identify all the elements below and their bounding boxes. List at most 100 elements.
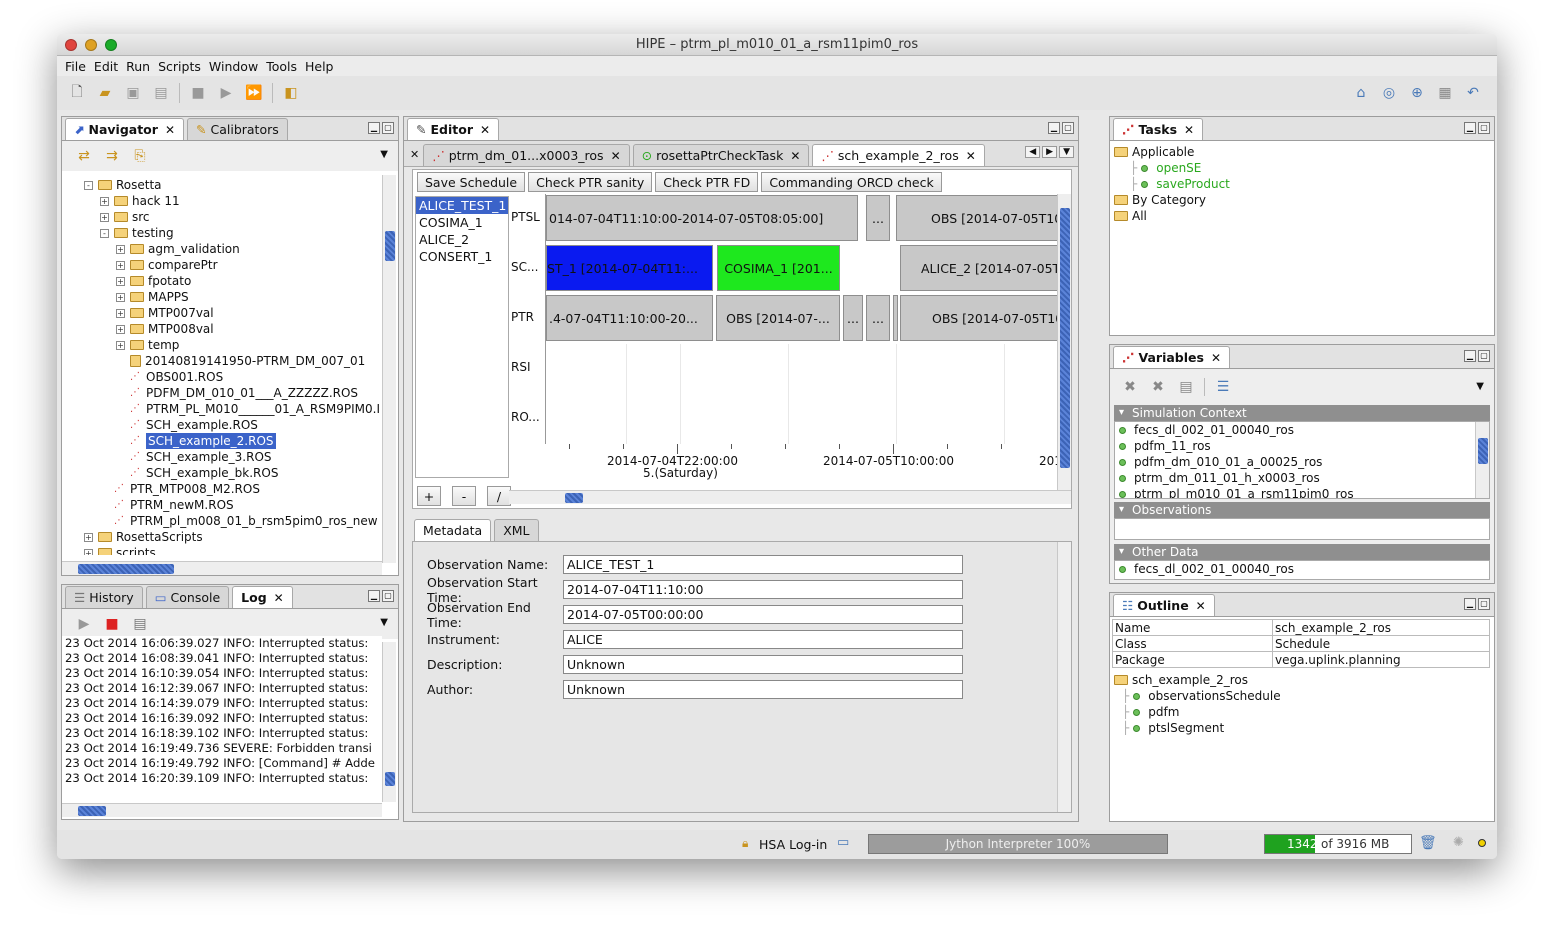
task-tree-item[interactable]: By Category (1114, 192, 1494, 208)
close-icon[interactable]: ✕ (611, 149, 621, 163)
tree-item[interactable]: ⋰ PTR_MTP008_M2.ROS (62, 481, 382, 497)
variable-item[interactable]: fecs_dl_002_01_00040_ros (1119, 422, 1489, 438)
close-icon[interactable]: ✕ (790, 149, 800, 163)
minimize-icon[interactable]: ▁ (1048, 122, 1060, 134)
hsa-login[interactable]: HSA Log-in (759, 837, 827, 852)
run-all-icon[interactable]: ⏩ (245, 84, 263, 102)
tree-item[interactable]: ⋰ SCH_example_2.ROS (62, 433, 382, 449)
maximize-icon[interactable]: ▢ (1478, 122, 1490, 134)
check-ptr-sanity-button[interactable]: Check PTR sanity (528, 172, 653, 192)
expand-toggle-icon[interactable]: + (116, 292, 125, 302)
chevron-left-icon[interactable]: ◀ (1025, 146, 1041, 158)
ptsl-block[interactable]: OBS [2014-07-05T10 (896, 195, 1057, 241)
tree-item[interactable]: + fpotato (62, 273, 382, 289)
simulation-vscroll[interactable] (1475, 422, 1489, 498)
task-tree-item[interactable]: ├ openSE (1114, 160, 1494, 176)
save-schedule-button[interactable]: Save Schedule (417, 172, 526, 192)
tab-log[interactable]: Log ✕ (232, 586, 293, 608)
tree-item[interactable]: ⋰ PTRM_pl_m008_01_b_rsm5pim0_ros_new (62, 513, 382, 529)
timeline-canvas[interactable]: 014-07-04T11:10:00-2014-07-05T08:05:00] … (545, 194, 1057, 444)
tree-item[interactable]: + MTP008val (62, 321, 382, 337)
ptr-block[interactable]: OBS [2014-07-05T10 (900, 295, 1057, 341)
outline-root[interactable]: sch_example_2_ros (1114, 672, 1494, 688)
close-window-button[interactable] (65, 39, 77, 51)
tree-item[interactable]: + MAPPS (62, 289, 382, 305)
perspective-icon[interactable]: ◧ (282, 84, 300, 102)
back-icon[interactable]: ↶ (1464, 84, 1482, 102)
task-tree-item[interactable]: Applicable (1114, 144, 1494, 160)
tree-item[interactable]: 20140819141950-PTRM_DM_007_01 (62, 353, 382, 369)
tab-tasks[interactable]: ⋰ Tasks ✕ (1113, 118, 1204, 140)
stop-icon[interactable]: ■ (189, 84, 207, 102)
observation-item[interactable]: ALICE_TEST_1 (416, 197, 508, 214)
observation-item[interactable]: ALICE_2 (416, 231, 508, 248)
maximize-icon[interactable]: ▢ (382, 590, 394, 602)
tab-history[interactable]: ☰ History (65, 586, 143, 608)
trash-icon[interactable]: 🗑︎ (1419, 835, 1437, 851)
field-input[interactable]: 2014-07-04T11:10:00 (563, 580, 963, 599)
tab-metadata[interactable]: Metadata (414, 519, 492, 541)
maximize-icon[interactable]: ▢ (1062, 122, 1074, 134)
tree-item[interactable]: + MTP007val (62, 305, 382, 321)
stop-icon[interactable]: ■ (103, 615, 121, 633)
doc-tab-rosetta-task[interactable]: ⊙ rosettaPtrCheckTask ✕ (632, 144, 810, 166)
view-menu-icon[interactable]: ▼ (1476, 381, 1484, 392)
commanding-orcd-check-button[interactable]: Commanding ORCD check (761, 172, 942, 192)
metadata-vscroll[interactable] (1057, 542, 1071, 812)
expand-toggle-icon[interactable]: + (116, 308, 125, 318)
doc-tab-sch-example-2[interactable]: ⋰ sch_example_2_ros ✕ (812, 144, 985, 166)
timeline-vscroll[interactable] (1057, 194, 1071, 490)
observation-item[interactable]: COSIMA_1 (416, 214, 508, 231)
menu-scripts[interactable]: Scripts (154, 59, 205, 74)
scroll-thumb[interactable] (385, 772, 395, 786)
close-icon[interactable]: ✕ (410, 148, 419, 161)
scroll-thumb[interactable] (565, 493, 583, 503)
tree-item[interactable]: + src (62, 209, 382, 225)
menu-window[interactable]: Window (205, 59, 262, 74)
outline-child[interactable]: ├ ptslSegment (1114, 720, 1494, 736)
simulation-context-header[interactable]: Simulation Context (1114, 405, 1490, 421)
tree-item[interactable]: + scripts (62, 545, 382, 555)
expand-toggle-icon[interactable]: + (116, 244, 125, 254)
expand-toggle-icon[interactable]: + (116, 324, 125, 334)
expand-toggle-icon[interactable]: + (84, 532, 93, 542)
memory-bar[interactable]: 1342 of 3916 MB (1264, 834, 1412, 854)
maximize-icon[interactable]: ▢ (1478, 598, 1490, 610)
ptsl-block[interactable]: 014-07-04T11:10:00-2014-07-05T08:05:00] (546, 195, 858, 241)
field-input[interactable]: Unknown (563, 655, 963, 674)
scroll-thumb[interactable] (78, 564, 174, 574)
observation-item[interactable]: CONSERT_1 (416, 248, 508, 265)
task-tree-item[interactable]: ├ saveProduct (1114, 176, 1494, 192)
outline-child[interactable]: ├ observationsSchedule (1114, 688, 1494, 704)
minimize-icon[interactable]: ▁ (368, 122, 380, 134)
ptr-block[interactable]: OBS [2014-07-... (716, 295, 840, 341)
menu-file[interactable]: File (61, 59, 90, 74)
view-menu-icon[interactable]: ▼ (380, 617, 388, 628)
zoom-icon[interactable]: ⊕ (1408, 84, 1426, 102)
tree-item[interactable]: ⋰ PTRM_PL_M010______01_A_RSM9PIM0.I (62, 401, 382, 417)
expand-toggle-icon[interactable]: + (116, 260, 125, 270)
check-ptr-fd-button[interactable]: Check PTR FD (655, 172, 759, 192)
open-folder-icon[interactable]: ▰ (96, 84, 114, 102)
tab-editor[interactable]: ✎ Editor ✕ (407, 118, 500, 140)
clear-log-icon[interactable]: ▤ (131, 615, 149, 633)
copy-icon[interactable]: ⎘ (131, 147, 149, 165)
variable-item[interactable]: ptrm_pl_m010_01_a_rsm11pim0_ros (1119, 486, 1489, 498)
ptsl-block[interactable]: ... (866, 195, 890, 241)
home-icon[interactable]: ⌂ (1352, 84, 1370, 102)
menu-tools[interactable]: Tools (262, 59, 301, 74)
tree-item[interactable]: ⋰ PTRM_newM.ROS (62, 497, 382, 513)
tree-item[interactable]: ⋰ PDFM_DM_010_01___A_ZZZZZ.ROS (62, 385, 382, 401)
delete-all-icon[interactable]: ✖ (1149, 378, 1167, 396)
tree-item[interactable]: + temp (62, 337, 382, 353)
edit-observation-button[interactable]: / (487, 486, 511, 506)
menu-help[interactable]: Help (301, 59, 338, 74)
scroll-thumb[interactable] (385, 231, 395, 261)
variable-item[interactable]: pdfm_11_ros (1119, 438, 1489, 454)
list-view-icon[interactable]: ☰ (1214, 378, 1232, 396)
play-icon[interactable]: ▶ (75, 615, 93, 633)
ptr-block[interactable] (893, 295, 898, 341)
field-input[interactable]: Unknown (563, 680, 963, 699)
delete-icon[interactable]: ✖ (1121, 378, 1139, 396)
ptr-block[interactable]: ... (866, 295, 890, 341)
